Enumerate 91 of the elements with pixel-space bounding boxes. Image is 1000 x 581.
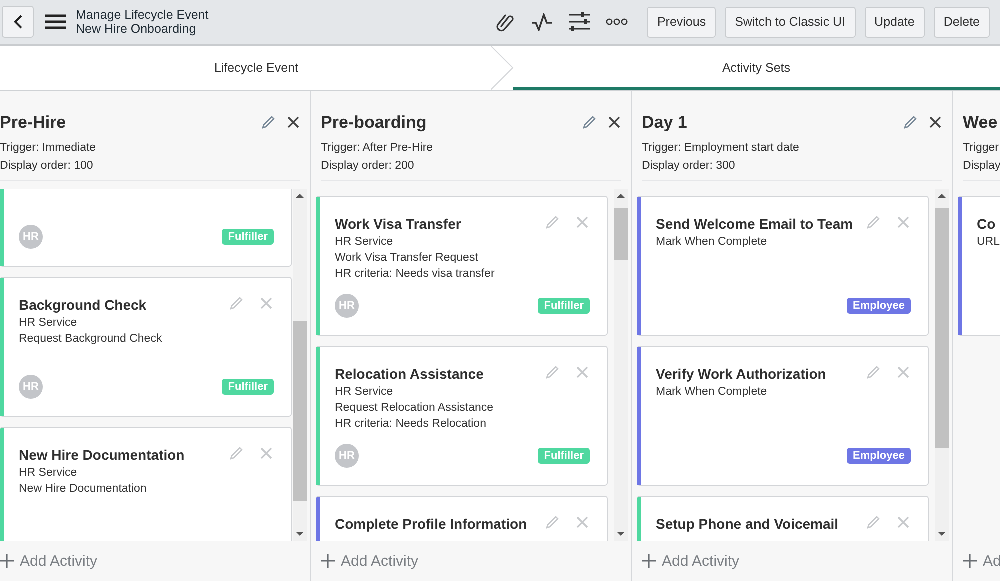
activity-card[interactable]: Send Welcome Email to Team Mark When Complete Employee bbox=[637, 196, 929, 336]
activity-card[interactable]: Background Check HR Service Request Background Check HR Fulfiller bbox=[0, 277, 292, 417]
trigger-text: Trigger: After Pre-Hire bbox=[321, 141, 434, 156]
column-title: Day 1 bbox=[642, 113, 688, 133]
back-button[interactable] bbox=[2, 6, 34, 38]
card-detail: Request Background Check bbox=[19, 332, 164, 347]
card-title: Verify Work Authorization bbox=[656, 365, 826, 383]
display-order-text: Display order: 300 bbox=[642, 159, 736, 174]
more-icon[interactable] bbox=[606, 18, 628, 26]
avatar: HR bbox=[335, 444, 359, 468]
back-icon bbox=[14, 15, 22, 29]
card-detail: HR criteria: Needs Relocation bbox=[335, 417, 488, 432]
activity-card[interactable]: New Hire Documentation HR Service New Hire Documentation bbox=[0, 427, 292, 541]
plus-icon bbox=[321, 554, 335, 568]
card-title: Complete Profile Information bbox=[335, 515, 528, 533]
role-tag: Fulfiller bbox=[538, 448, 590, 464]
activity-card[interactable]: Verify Work Authorization Mark When Complete Employee bbox=[637, 346, 929, 486]
menu-icon[interactable] bbox=[45, 14, 66, 30]
card-detail: Work Visa Transfer Request bbox=[335, 251, 480, 266]
column-title: Pre-Hire bbox=[0, 113, 66, 133]
display-order-text: Display order: 200 bbox=[321, 159, 414, 174]
card-detail: HR criteria: Needs visa transfer bbox=[335, 267, 496, 282]
scrollbar[interactable] bbox=[614, 189, 628, 541]
plus-icon bbox=[963, 554, 977, 568]
card-detail: HR Service bbox=[335, 385, 394, 400]
plus-icon bbox=[642, 554, 656, 568]
edit-icon[interactable] bbox=[230, 297, 243, 310]
role-tag: Fulfiller bbox=[222, 379, 274, 395]
edit-icon[interactable] bbox=[867, 216, 880, 229]
card-detail: Mark When Complete bbox=[656, 235, 768, 250]
role-tag: Fulfiller bbox=[222, 229, 274, 245]
avatar: HR bbox=[335, 294, 359, 318]
activity-card[interactable]: Co URL bbox=[958, 196, 1000, 336]
attachment-icon[interactable] bbox=[495, 12, 516, 32]
edit-icon[interactable] bbox=[904, 116, 917, 129]
edit-icon[interactable] bbox=[262, 116, 275, 129]
header-button[interactable]: Previous bbox=[647, 6, 716, 38]
edit-icon[interactable] bbox=[583, 116, 596, 129]
card-detail: HR Service bbox=[19, 316, 78, 331]
avatar: HR bbox=[19, 225, 43, 249]
card-detail: URL bbox=[977, 235, 1000, 250]
card-title: Send Welcome Email to Team bbox=[656, 215, 854, 233]
edit-icon[interactable] bbox=[867, 516, 880, 529]
activity-card[interactable]: Work Visa Transfer HR Service Work Visa Transfer Request HR criteria: Needs visa transfer HR Fulfiller bbox=[316, 196, 608, 336]
close-icon[interactable] bbox=[608, 116, 621, 129]
trigger-text: Trigger: Employment start date bbox=[642, 141, 800, 156]
card-detail: Request Relocation Assistance bbox=[335, 401, 495, 416]
card-detail: Mark When Complete bbox=[656, 385, 768, 400]
close-icon[interactable] bbox=[287, 116, 300, 129]
activity-card[interactable]: Complete Profile Information bbox=[316, 496, 608, 541]
record-title: New Hire Onboarding bbox=[76, 22, 198, 36]
header-button[interactable]: Switch to Classic UI bbox=[725, 6, 856, 38]
edit-icon[interactable] bbox=[230, 447, 243, 460]
activity-card[interactable]: Setup Phone and Voicemail bbox=[637, 496, 929, 541]
activity-card[interactable]: Relocation Assistance HR Service Request Relocation Assistance HR criteria: Needs Relocation HR Fulfiller bbox=[316, 346, 608, 486]
stage-tab[interactable]: Lifecycle Event bbox=[0, 46, 513, 90]
card-title: New Hire Documentation bbox=[19, 446, 185, 464]
avatar: HR bbox=[19, 375, 43, 399]
plus-icon bbox=[0, 554, 14, 568]
edit-icon[interactable] bbox=[546, 366, 559, 379]
add-activity-button[interactable]: Add Activity bbox=[0, 552, 98, 570]
header-button[interactable]: Update bbox=[864, 6, 925, 38]
column-title: Wee bbox=[963, 113, 998, 133]
page-title: Manage Lifecycle Event bbox=[76, 8, 209, 22]
scrollbar[interactable] bbox=[293, 189, 307, 541]
activity-icon[interactable] bbox=[531, 13, 554, 31]
add-activity-button[interactable]: Add Activity bbox=[321, 552, 419, 570]
trigger-text: Trigger: bbox=[963, 141, 1000, 156]
edit-icon[interactable] bbox=[546, 516, 559, 529]
card-detail: HR Service bbox=[19, 466, 78, 481]
card-detail: New Hire Documentation bbox=[19, 482, 148, 497]
column-title: Pre-boarding bbox=[321, 113, 427, 133]
settings-icon[interactable] bbox=[569, 12, 590, 32]
close-icon[interactable] bbox=[929, 116, 942, 129]
card-detail: HR Service bbox=[335, 235, 394, 250]
card-title: Co bbox=[977, 215, 996, 233]
role-tag: Employee bbox=[847, 298, 911, 314]
add-activity-button[interactable]: Add Activity bbox=[642, 552, 740, 570]
edit-icon[interactable] bbox=[546, 216, 559, 229]
role-tag: Fulfiller bbox=[538, 298, 590, 314]
display-order-text: Display order: 100 bbox=[0, 159, 94, 174]
add-activity-button[interactable]: Ad bbox=[963, 552, 1000, 570]
edit-icon[interactable] bbox=[867, 366, 880, 379]
trigger-text: Trigger: Immediate bbox=[0, 141, 96, 156]
card-title: Work Visa Transfer bbox=[335, 215, 462, 233]
card-title: Setup Phone and Voicemail bbox=[656, 515, 839, 533]
card-title: Background Check bbox=[19, 296, 147, 314]
scrollbar[interactable] bbox=[935, 189, 949, 541]
card-title: Relocation Assistance bbox=[335, 365, 484, 383]
role-tag: Employee bbox=[847, 448, 911, 464]
header-button[interactable]: Delete bbox=[934, 6, 990, 38]
